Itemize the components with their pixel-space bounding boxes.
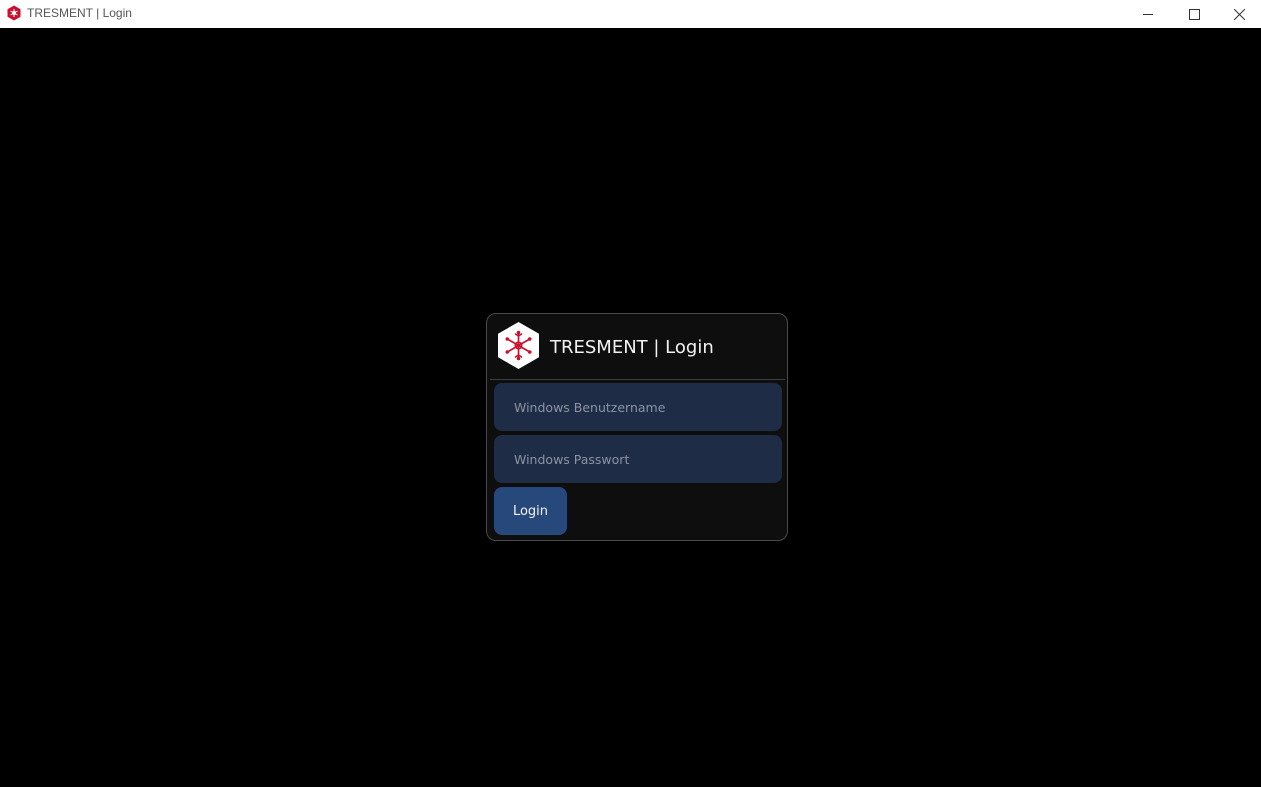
maximize-icon [1188, 8, 1200, 20]
tresment-logo-icon [7, 5, 21, 21]
title-divider [490, 379, 785, 380]
username-input[interactable] [494, 383, 782, 431]
maximize-button[interactable] [1171, 0, 1217, 28]
tresment-logo-icon [498, 322, 539, 369]
minimize-button[interactable] [1125, 0, 1171, 28]
login-button[interactable]: Login [494, 487, 567, 535]
close-button[interactable] [1216, 0, 1261, 28]
title-bar[interactable]: TRESMENT | Login [0, 0, 1261, 28]
window-title: TRESMENT | Login [27, 6, 132, 20]
minimize-icon [1142, 13, 1153, 15]
close-icon [1233, 8, 1245, 20]
login-card: TRESMENT | Login Login [486, 313, 788, 541]
login-title: TRESMENT | Login [550, 337, 714, 358]
app-window: TRESMENT | Login TRESMENT | Login Window… [0, 0, 1261, 787]
password-input[interactable] [494, 435, 782, 483]
